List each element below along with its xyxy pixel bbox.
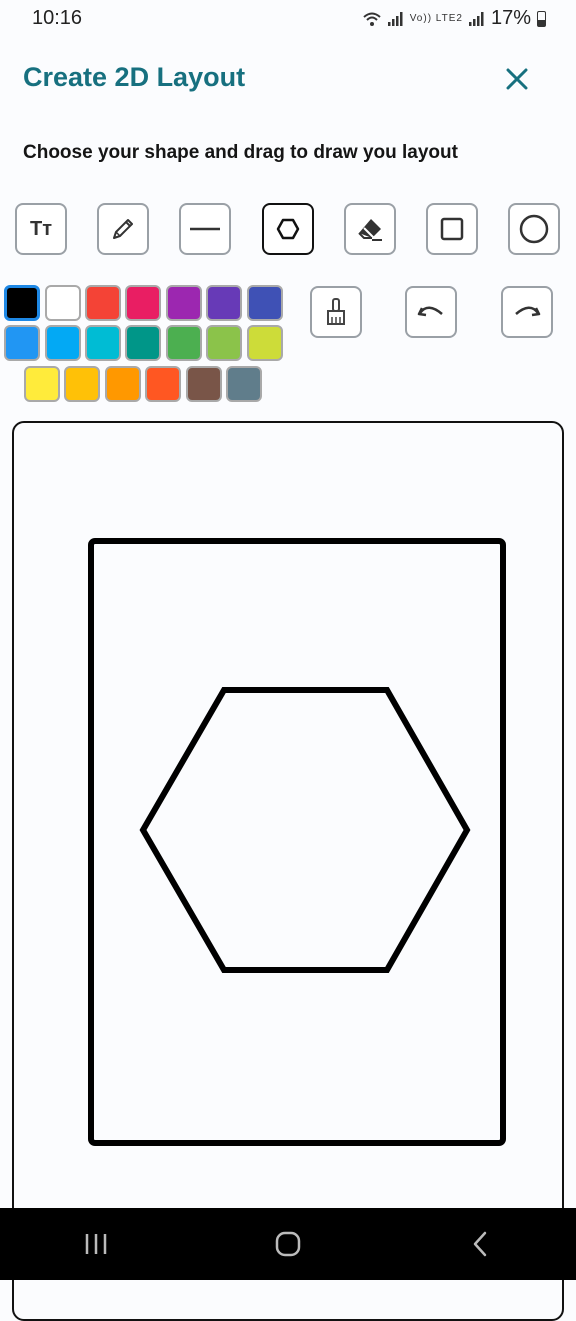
signal-icon <box>387 11 403 26</box>
text-tool-icon: Tт <box>29 217 52 240</box>
color-swatch[interactable] <box>85 325 121 361</box>
drawn-hexagon[interactable] <box>130 680 480 985</box>
battery-percent: 17% <box>490 7 531 29</box>
eraser-icon <box>358 219 382 241</box>
undo-button[interactable] <box>405 286 457 338</box>
circle-tool-button[interactable] <box>508 203 560 255</box>
eraser-tool-button[interactable] <box>344 203 396 255</box>
pencil-tool-button[interactable] <box>97 203 149 255</box>
hexagon-icon <box>276 218 300 240</box>
back-icon <box>473 1231 487 1257</box>
signal-icon-2 <box>468 11 484 26</box>
color-swatch[interactable] <box>145 366 181 402</box>
line-icon <box>190 227 220 231</box>
undo-icon <box>417 306 443 317</box>
color-swatch[interactable] <box>206 325 242 361</box>
text-tool-button[interactable]: Tт <box>15 203 67 255</box>
color-swatch[interactable] <box>247 325 283 361</box>
color-swatch[interactable] <box>226 366 262 402</box>
home-button[interactable] <box>258 1214 318 1274</box>
redo-icon <box>515 306 541 317</box>
system-nav-bar <box>0 1208 576 1280</box>
color-swatch[interactable] <box>125 325 161 361</box>
color-swatch[interactable] <box>105 366 141 402</box>
hexagon-tool-button[interactable] <box>262 203 314 255</box>
battery-icon <box>537 10 546 27</box>
home-icon <box>275 1231 301 1257</box>
color-swatch[interactable] <box>166 325 202 361</box>
color-swatch[interactable] <box>125 285 161 321</box>
color-swatch[interactable] <box>166 285 202 321</box>
color-swatch[interactable] <box>186 366 222 402</box>
redo-button[interactable] <box>501 286 553 338</box>
recent-apps-button[interactable] <box>66 1214 126 1274</box>
wifi-icon <box>363 12 381 26</box>
recent-apps-icon <box>85 1234 107 1254</box>
network-label: Vo)) LTE2 <box>409 13 463 24</box>
color-swatch[interactable] <box>24 366 60 402</box>
close-button[interactable] <box>497 59 537 99</box>
square-tool-button[interactable] <box>426 203 478 255</box>
back-button[interactable] <box>450 1214 510 1274</box>
instruction-text: Choose your shape and drag to draw you l… <box>23 142 458 163</box>
color-swatch[interactable] <box>4 285 40 321</box>
pencil-icon <box>113 219 133 239</box>
color-swatch[interactable] <box>85 285 121 321</box>
circle-icon <box>519 214 549 244</box>
color-swatch[interactable] <box>45 325 81 361</box>
line-tool-button[interactable] <box>179 203 231 255</box>
clear-canvas-button[interactable] <box>310 286 362 338</box>
status-bar: 10:16 Vo)) LTE2 17% <box>0 0 576 40</box>
color-swatch[interactable] <box>64 366 100 402</box>
broom-icon <box>327 298 345 325</box>
color-swatch[interactable] <box>247 285 283 321</box>
color-swatch[interactable] <box>4 325 40 361</box>
square-icon <box>440 217 464 241</box>
close-icon <box>506 68 528 90</box>
color-swatch[interactable] <box>206 285 242 321</box>
color-swatch[interactable] <box>45 285 81 321</box>
status-indicators: Vo)) LTE2 17% <box>362 7 546 30</box>
status-time: 10:16 <box>32 7 83 29</box>
page-title: Create 2D Layout <box>23 62 246 92</box>
